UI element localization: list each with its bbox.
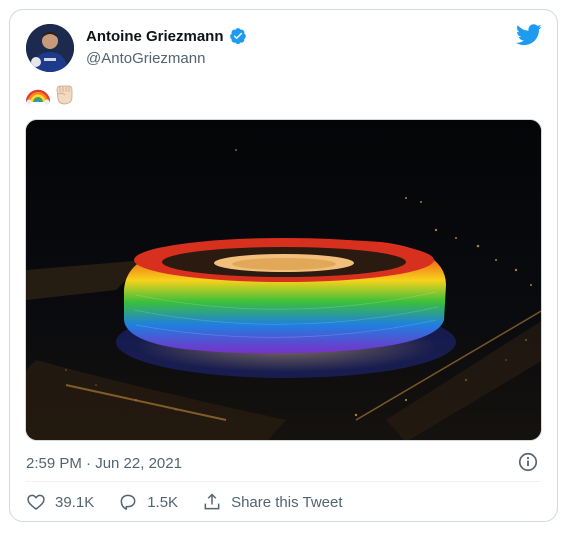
- tweet-card: Antoine Griezmann @AntoGriezmann 2:59 PM…: [9, 9, 558, 522]
- avatar-image: [26, 24, 74, 72]
- avatar[interactable]: [26, 24, 74, 72]
- tweet-text: [26, 82, 76, 106]
- share-icon: [204, 493, 220, 510]
- like-button[interactable]: 39.1K: [26, 492, 94, 512]
- info-icon[interactable]: [517, 451, 539, 473]
- verified-badge-icon: [229, 28, 246, 45]
- reply-count: 1.5K: [147, 493, 179, 511]
- tweet-photo[interactable]: [25, 119, 542, 441]
- reply-bubble-icon: [120, 494, 136, 510]
- heart-icon: [27, 494, 45, 511]
- tweet-actions: 39.1K 1.5K Share this Tweet: [26, 490, 367, 514]
- reply-button[interactable]: 1.5K: [118, 492, 178, 512]
- share-button[interactable]: Share this Tweet: [202, 492, 343, 512]
- share-label: Share this Tweet: [231, 493, 343, 511]
- author-name-row[interactable]: Antoine Griezmann: [86, 27, 247, 45]
- tweet-timestamp[interactable]: 2:59 PM · Jun 22, 2021: [26, 455, 182, 472]
- stadium-photo: [26, 120, 541, 440]
- like-count: 39.1K: [55, 493, 95, 511]
- raised-fist-icon: [56, 85, 73, 105]
- author-name[interactable]: Antoine Griezmann: [86, 28, 224, 45]
- divider: [26, 481, 541, 482]
- rainbow-icon: [26, 89, 50, 105]
- twitter-bird-icon[interactable]: [516, 24, 542, 46]
- author-handle[interactable]: @AntoGriezmann: [86, 50, 205, 67]
